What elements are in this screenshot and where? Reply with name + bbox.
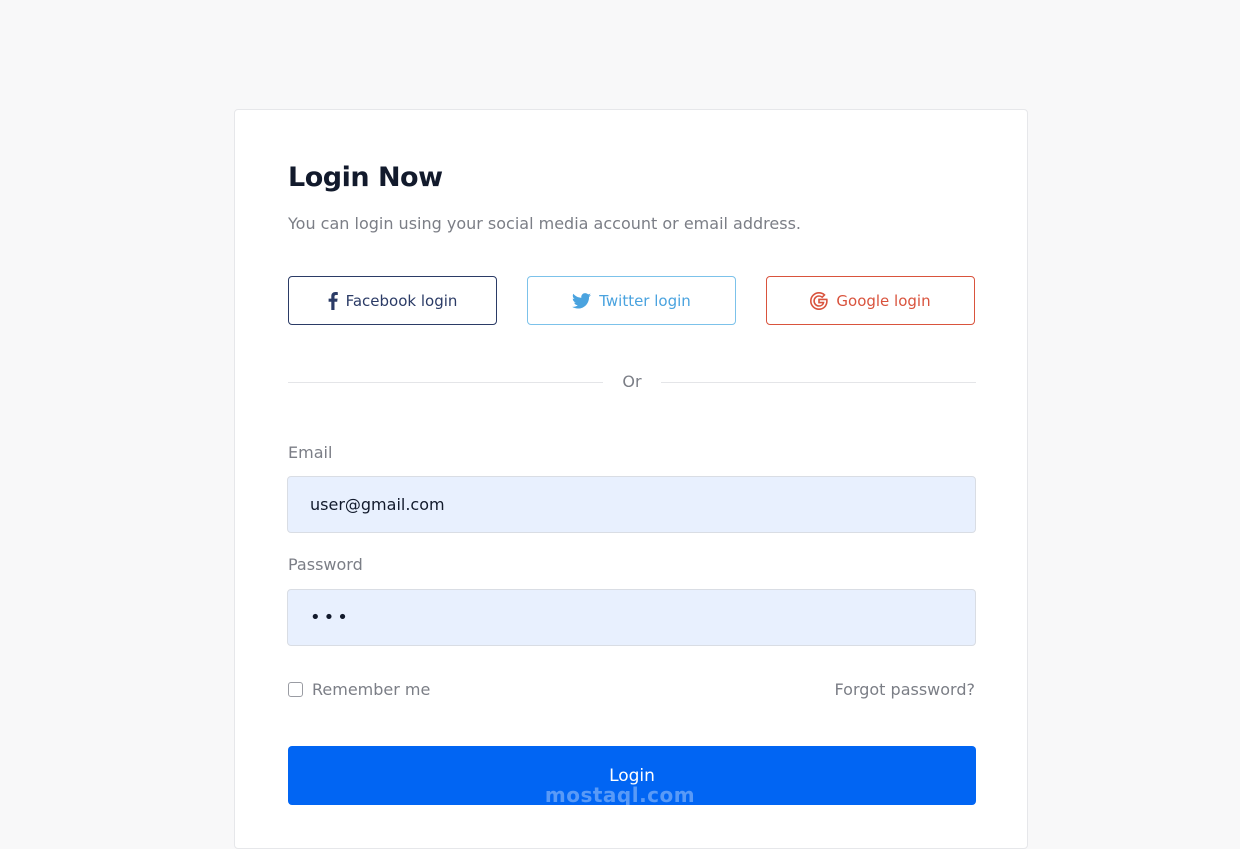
google-login-label: Google login: [836, 291, 931, 310]
forgot-password-link[interactable]: Forgot password?: [835, 680, 975, 699]
facebook-icon: [328, 291, 338, 310]
facebook-login-button[interactable]: Facebook login: [288, 276, 497, 325]
remember-me-label: Remember me: [312, 680, 431, 699]
twitter-login-button[interactable]: Twitter login: [527, 276, 736, 325]
divider-or: Or: [622, 372, 642, 391]
google-icon: [810, 291, 829, 310]
email-label: Email: [288, 443, 333, 462]
google-login-button[interactable]: Google login: [766, 276, 975, 325]
email-field[interactable]: [287, 476, 976, 533]
twitter-icon: [572, 292, 592, 309]
remember-me[interactable]: Remember me: [288, 680, 430, 699]
login-card: Login Now You can login using your socia…: [234, 109, 1028, 849]
login-button[interactable]: Login: [288, 746, 976, 805]
password-field[interactable]: [287, 589, 976, 646]
divider-left: [288, 382, 603, 383]
remember-me-checkbox[interactable]: [288, 682, 303, 697]
divider-right: [661, 382, 976, 383]
password-label: Password: [288, 555, 363, 574]
page-title: Login Now: [288, 162, 443, 193]
facebook-login-label: Facebook login: [345, 291, 458, 310]
page-subtitle: You can login using your social media ac…: [288, 214, 801, 233]
twitter-login-label: Twitter login: [599, 291, 691, 310]
